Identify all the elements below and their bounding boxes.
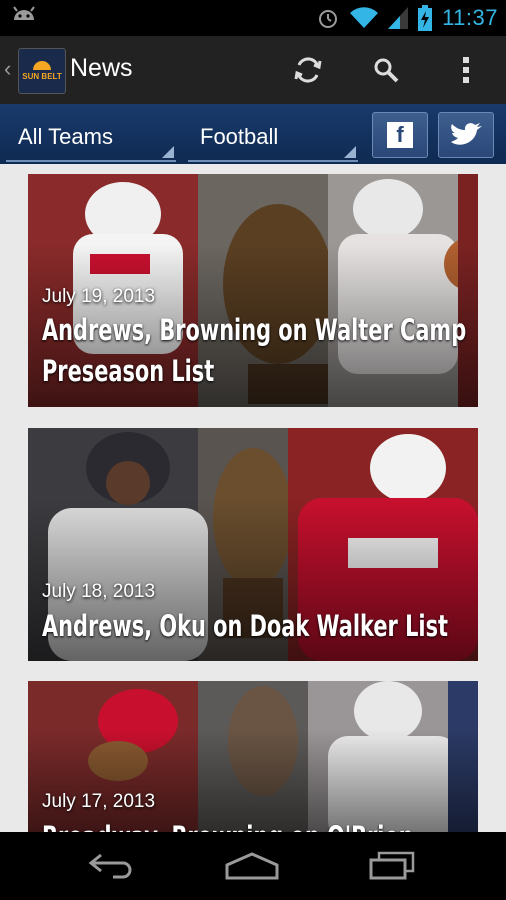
search-icon xyxy=(374,58,399,83)
team-spinner-label: All Teams xyxy=(18,124,113,149)
facebook-button[interactable]: f xyxy=(372,112,428,158)
twitter-icon xyxy=(451,123,482,145)
up-navigation-icon[interactable]: ‹ xyxy=(4,56,11,82)
home-icon xyxy=(225,852,279,880)
news-card[interactable]: July 17, 2013 Broadway, Browning on O'Br… xyxy=(28,681,478,832)
refresh-button[interactable] xyxy=(286,48,330,92)
article-date: July 17, 2013 xyxy=(42,791,156,812)
dropdown-triangle-icon xyxy=(162,146,174,158)
twitter-button[interactable] xyxy=(438,112,494,158)
headline-line: Broadway, Browning on O'Brien Preseason xyxy=(42,817,474,832)
filter-bar: All Teams Football f xyxy=(0,104,506,164)
back-icon xyxy=(88,853,132,879)
article-date: July 18, 2013 xyxy=(42,581,156,602)
search-button[interactable] xyxy=(364,48,408,92)
clock: 11:37 xyxy=(442,5,498,30)
news-card[interactable]: July 18, 2013 Andrews, Oku on Doak Walke… xyxy=(28,428,478,661)
back-button[interactable] xyxy=(82,846,142,886)
refresh-icon xyxy=(294,57,322,83)
wifi-icon xyxy=(350,7,379,29)
overflow-menu-button[interactable] xyxy=(444,48,488,92)
home-button[interactable] xyxy=(222,846,282,886)
signal-icon xyxy=(388,7,409,29)
article-date: July 19, 2013 xyxy=(42,286,156,307)
headline-line: Andrews, Oku on Doak Walker List xyxy=(42,609,448,643)
sport-spinner[interactable]: Football xyxy=(188,112,358,162)
overflow-menu-icon xyxy=(463,57,469,83)
action-bar: ‹ SUN BELT News xyxy=(0,36,506,104)
news-card[interactable]: July 19, 2013 Andrews, Browning on Walte… xyxy=(28,174,478,407)
page-title: News xyxy=(70,54,133,82)
team-spinner[interactable]: All Teams xyxy=(6,112,176,162)
logo-text: SUN BELT xyxy=(22,72,62,81)
news-feed[interactable]: July 19, 2013 Andrews, Browning on Walte… xyxy=(0,164,506,832)
system-nav-bar xyxy=(0,832,506,900)
alarm-icon xyxy=(319,10,338,28)
facebook-icon: f xyxy=(387,122,413,148)
recent-apps-button[interactable] xyxy=(362,846,422,886)
android-icon xyxy=(13,6,35,20)
headline-line: Preseason List xyxy=(42,354,215,388)
article-headline: Andrews, Oku on Doak Walker List xyxy=(42,606,474,647)
article-headline: Andrews, Browning on Walter Camp Preseas… xyxy=(42,310,474,392)
recent-apps-icon xyxy=(369,851,415,880)
sun-icon xyxy=(33,61,51,70)
status-bar: 11:37 xyxy=(0,0,506,36)
sun-belt-logo[interactable]: SUN BELT xyxy=(18,48,66,94)
headline-line: Andrews, Browning on Walter Camp xyxy=(42,313,467,347)
battery-charging-icon xyxy=(418,5,433,31)
dropdown-triangle-icon xyxy=(344,146,356,158)
article-headline: Broadway, Browning on O'Brien Preseason xyxy=(42,817,474,832)
sport-spinner-label: Football xyxy=(200,124,279,149)
